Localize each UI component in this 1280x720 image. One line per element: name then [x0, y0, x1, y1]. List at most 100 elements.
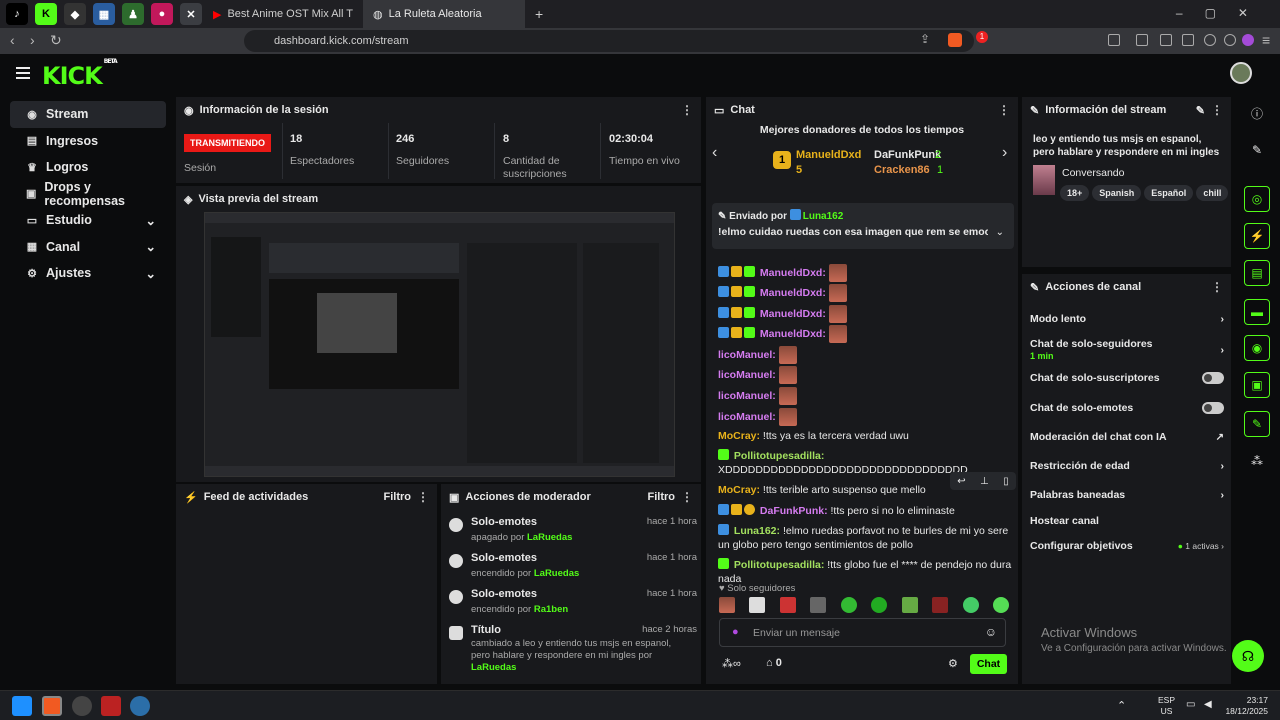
chat-message[interactable]: licoManuel: — [718, 366, 1014, 384]
rewards-badge[interactable]: 1 — [976, 31, 988, 43]
camera-icon[interactable]: ◎ — [1244, 186, 1270, 212]
sidebar-item-logros[interactable]: ♛ Logros — [10, 154, 166, 181]
pinned-tab-3[interactable]: ◆ — [64, 3, 86, 25]
chat-message[interactable]: ManueldDxd: — [718, 305, 1014, 323]
pinned-tab-6[interactable]: ● — [151, 3, 173, 25]
pinned-tab-4[interactable]: ▦ — [93, 3, 115, 25]
pinned-tab-5[interactable]: ♟ — [122, 3, 144, 25]
hamburger-icon[interactable] — [16, 67, 30, 79]
menu-icon[interactable]: ≡ — [1262, 32, 1270, 48]
emoji-icon[interactable]: ☺ — [985, 625, 997, 639]
taskbar-app-icon[interactable] — [72, 696, 92, 716]
reply-icon[interactable]: ↩ — [957, 476, 965, 487]
chevron-down-icon[interactable]: ⌄ — [996, 227, 1004, 238]
emote-image[interactable] — [840, 597, 857, 613]
dota-taskbar-icon[interactable] — [101, 696, 121, 716]
emote-image[interactable] — [779, 597, 796, 613]
window-controls[interactable]: –▢✕ — [1176, 6, 1270, 20]
chat-message[interactable]: Luna162: !elmo ruedas porfavot no te bur… — [718, 524, 1014, 552]
forward-icon[interactable]: › — [30, 32, 35, 48]
banned-words-row[interactable]: Palabras baneadas › — [1030, 489, 1224, 501]
sidebar-item-drops[interactable]: ▣ Drops y recompensas — [10, 180, 166, 208]
emote-image[interactable] — [962, 597, 979, 613]
pinned-message[interactable]: ✎ Enviado por Luna162 !elmo cuidao rueda… — [712, 203, 1014, 249]
donors-next-icon[interactable]: › — [1002, 144, 1007, 162]
age-restriction-row[interactable]: Restricción de edad › — [1030, 460, 1224, 472]
share-icon[interactable]: ⇪ — [920, 32, 930, 46]
mod-filter-button[interactable]: Filtro — [648, 491, 676, 503]
back-icon[interactable]: ‹ — [10, 32, 15, 48]
language-indicator[interactable]: ESP US — [1158, 695, 1175, 717]
ai-icon[interactable] — [1204, 34, 1216, 46]
wrench-icon[interactable]: ✎ — [1244, 411, 1270, 437]
sidebar-item-stream[interactable]: ◉ Stream — [10, 101, 166, 128]
pinned-tab-7[interactable]: ✕ — [180, 3, 202, 25]
extension-icon-2[interactable] — [1136, 34, 1148, 46]
sidebar-item-canal[interactable]: ▦ Canal ⌄ — [10, 234, 166, 261]
kick-logo[interactable]: KICKBETA — [42, 58, 118, 90]
pin-icon[interactable]: ⊥ — [980, 476, 989, 487]
emotes-only-toggle[interactable] — [1202, 402, 1224, 414]
more-options-icon[interactable]: ⋮ — [1211, 103, 1223, 117]
url-field[interactable]: dashboard.kick.com/stream — [244, 30, 974, 52]
emote-image[interactable] — [901, 597, 918, 613]
chat-message[interactable]: MoCray: !tts ya es la tercera verdad uwu — [718, 429, 1014, 443]
infinity-icon[interactable]: ⁂∞ — [722, 658, 741, 670]
slow-mode-row[interactable]: Modo lento › — [1030, 313, 1224, 325]
sidebar-toggle-icon[interactable] — [1160, 34, 1172, 46]
tray-chevron-icon[interactable]: ⌃ — [1117, 699, 1126, 712]
lightning-icon[interactable]: ⚡ — [1244, 223, 1270, 249]
browser-tab-ruleta[interactable]: ◍ La Ruleta Aleatoria — [363, 0, 525, 28]
more-options-icon[interactable]: ⋮ — [417, 490, 429, 504]
clock[interactable]: 23:17 18/12/2025 — [1224, 695, 1268, 717]
more-options-icon[interactable]: ⋮ — [681, 490, 693, 504]
chat-settings-icon[interactable]: ⚙ — [948, 657, 958, 670]
user-avatar[interactable] — [1230, 62, 1252, 84]
mic-icon[interactable]: ● — [732, 626, 739, 638]
new-tab-button[interactable]: + — [525, 0, 553, 28]
users-add-icon[interactable]: ⁂ — [1244, 448, 1270, 474]
volume-icon[interactable]: ◀ — [1204, 699, 1212, 710]
category-name[interactable]: Conversando — [1062, 167, 1124, 179]
brave-shield-icon[interactable] — [948, 33, 962, 47]
chat-input[interactable]: ● Enviar un mensaje ☺ — [719, 618, 1006, 647]
emote-image[interactable] — [719, 597, 735, 613]
more-options-icon[interactable]: ⋮ — [998, 103, 1010, 117]
followers-only-row[interactable]: Chat de solo-seguidores 1 min › — [1030, 338, 1224, 362]
profile-icon[interactable] — [1242, 34, 1254, 46]
extension-icon-1[interactable] — [1108, 34, 1120, 46]
windows-start-icon[interactable] — [12, 696, 32, 716]
mod-shield-icon[interactable]: ▣ — [1244, 372, 1270, 398]
sidebar-item-ingresos[interactable]: ▤ Ingresos — [10, 128, 166, 155]
brave-taskbar-icon[interactable] — [42, 696, 62, 716]
category-thumbnail[interactable] — [1033, 165, 1055, 195]
vpn-icon[interactable] — [1224, 34, 1236, 46]
donor-name[interactable]: ManueldDxd — [796, 149, 861, 161]
document-icon[interactable]: ▤ — [1244, 260, 1270, 286]
edit-icon[interactable]: ✎ — [1196, 104, 1205, 117]
chat-message[interactable]: Pollitotupesadilla: !tts globo fue el **… — [718, 558, 1014, 586]
chat-message[interactable]: licoManuel: — [718, 387, 1014, 405]
feed-filter-button[interactable]: Filtro — [384, 491, 412, 503]
chat-bubble-icon[interactable]: ▬ — [1244, 299, 1270, 325]
chat-message[interactable]: ManueldDxd: — [718, 284, 1014, 302]
sidebar-item-ajustes[interactable]: ⚙ Ajustes ⌄ — [10, 260, 166, 287]
emote-image[interactable] — [992, 597, 1009, 613]
donor-name[interactable]: Cracken86 — [874, 164, 930, 176]
broadcast-icon[interactable]: ◉ — [1244, 335, 1270, 361]
more-options-icon[interactable]: ⋮ — [1211, 280, 1223, 294]
more-options-icon[interactable]: ⋮ — [681, 103, 693, 117]
browser-tab-youtube[interactable]: ▶Best Anime OST Mix All Time | Ar — [203, 0, 363, 28]
sidebar-item-estudio[interactable]: ▭ Estudio ⌄ — [10, 207, 166, 234]
kick-pinned-tab[interactable]: K — [35, 3, 57, 25]
subs-only-toggle[interactable] — [1202, 372, 1224, 384]
edit-icon[interactable]: ✎ — [1244, 137, 1270, 163]
donor-name[interactable]: DaFunkPunk — [874, 149, 941, 161]
chat-message[interactable]: licoManuel: — [718, 408, 1014, 426]
steam-taskbar-icon[interactable] — [130, 696, 150, 716]
host-channel-row[interactable]: Hostear canal — [1030, 515, 1224, 527]
chat-message[interactable]: DaFunkPunk: !tts pero si no lo eliminast… — [718, 504, 1014, 518]
info-icon[interactable]: ⓘ — [1244, 100, 1270, 126]
chat-message[interactable]: licoManuel: — [718, 346, 1014, 364]
goals-row[interactable]: Configurar objetivos ● 1 activas › — [1030, 540, 1224, 552]
